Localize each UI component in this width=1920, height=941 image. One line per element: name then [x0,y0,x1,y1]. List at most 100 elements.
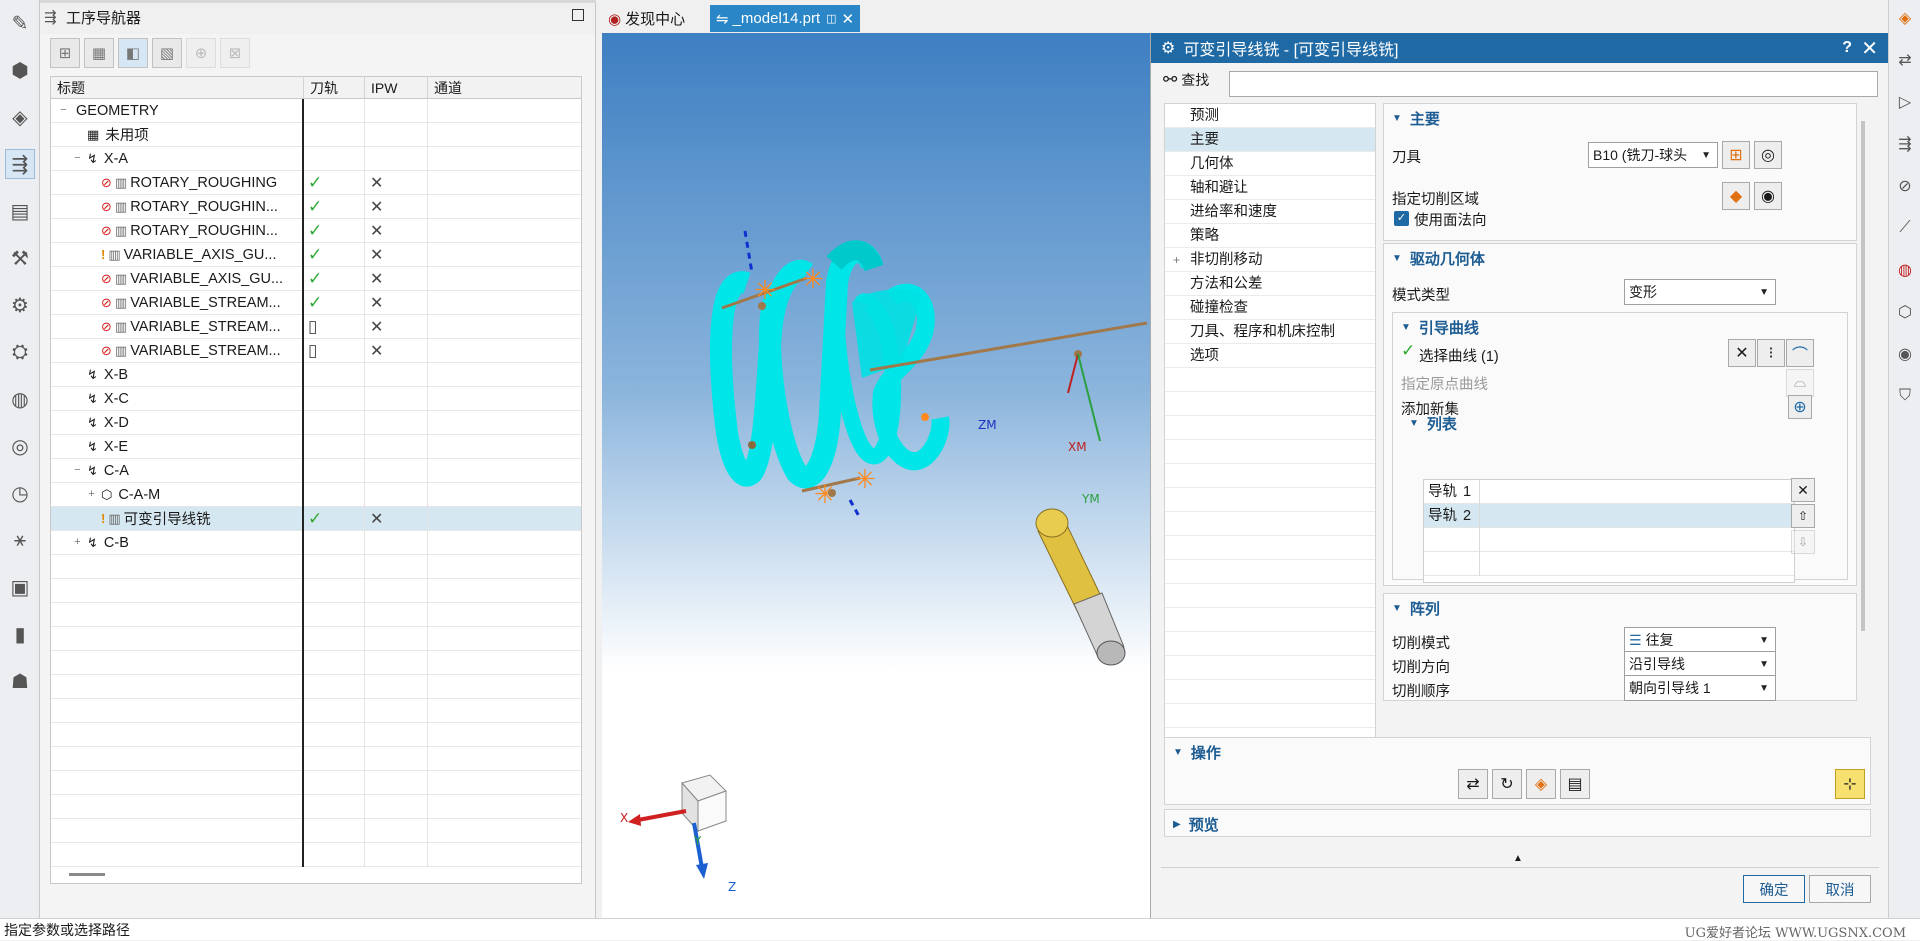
add-operation-button[interactable]: ⊹ [1835,769,1865,799]
history-icon[interactable]: ◷ [5,478,35,508]
create-icon[interactable]: ⊕ [186,38,216,68]
new-tool-button[interactable]: ⊞ [1722,141,1750,169]
add-new-set-button[interactable]: ⊕ [1788,395,1812,419]
dialog-nav-item[interactable]: 几何体 [1165,152,1375,176]
dialog-nav-item[interactable]: 进给率和速度 [1165,200,1375,224]
dialog-nav-item[interactable]: 预测 [1165,104,1375,128]
replay-icon[interactable]: ▷ [1892,89,1918,115]
measure-icon[interactable]: ⟋ [1892,215,1918,241]
table-row[interactable]: ↯ X-B [51,362,581,387]
machine-view-icon[interactable]: ▦ [84,38,114,68]
pattern-group-header[interactable]: ▼ 阵列 [1384,594,1856,622]
hide-icon[interactable]: ⊘ [1892,173,1918,199]
table-row[interactable]: ! ▥ 可变引导线铣 ✓ ✕ [51,506,581,531]
list-item[interactable]: 导轨 2 [1424,503,1794,528]
cut-order-select[interactable]: 朝向引导线 1 ▼ [1624,675,1776,701]
dialog-nav-item[interactable]: + 非切削移动 [1165,248,1375,272]
remove-list-item-button[interactable]: ✕ [1791,478,1815,502]
actions-group-header[interactable]: ▼ 操作 [1165,738,1870,766]
roles-icon[interactable]: ⚹ [5,525,35,555]
generate-toolpath-icon[interactable]: ⇄ [1892,47,1918,73]
tool-select[interactable]: B10 (铣刀-球头 ▼ [1588,142,1718,168]
collapse-up-icon[interactable]: ▲ [1513,853,1523,864]
move-up-button[interactable]: ⇧ [1791,504,1815,528]
select-curve-button[interactable]: ⌒ [1786,339,1814,367]
display-icon[interactable]: ◉ [1892,341,1918,367]
tab-discovery[interactable]: ◉ 发现中心 [602,5,691,32]
generate-button[interactable]: ⇄ [1458,769,1488,799]
drive-group-header[interactable]: ▼ 驱动几何体 [1384,244,1856,272]
delete-icon[interactable]: ⊠ [220,38,250,68]
select-cut-area-button[interactable]: ◆ [1722,182,1750,210]
table-row[interactable]: ↯ X-C [51,386,581,411]
col-channel[interactable]: 通道 [428,77,581,98]
curve-rule-button[interactable]: ✕ [1728,339,1756,367]
tab-model[interactable]: ⇋ _model14.prt ◫ ✕ [710,5,861,32]
col-title[interactable]: 标题 [51,77,304,98]
tree-toggle-icon[interactable]: − [71,152,84,165]
palette-icon[interactable]: ▣ [5,572,35,602]
table-row[interactable]: ⊘ ▥ ROTARY_ROUGHIN... ✓ ✕ [51,194,581,219]
dialog-nav-item[interactable]: 策略 [1165,224,1375,248]
list-output-button[interactable]: ▤ [1560,769,1590,799]
table-row[interactable]: − GEOMETRY [51,98,581,123]
find-input[interactable] [1229,71,1878,97]
content-scrollbar[interactable] [1861,121,1865,631]
cut-direction-select[interactable]: 沿引导线 ▼ [1624,651,1776,677]
list-item[interactable]: 导轨 1 [1424,479,1794,504]
graphics-window[interactable]: ✳ ✳ ✳ ✳ ZM XM YM X Y Z [602,33,1150,918]
dialog-nav-item[interactable]: 轴和避让 [1165,176,1375,200]
move-down-button[interactable]: ⇩ [1791,530,1815,554]
table-row[interactable]: ! ▥ VARIABLE_AXIS_GU... ✓ ✕ [51,242,581,267]
assembly-navigator-icon[interactable]: ◈ [5,102,35,132]
help-button[interactable]: ? [1842,39,1852,57]
table-row[interactable]: ⊘ ▥ VARIABLE_STREAM... ✓ ✕ [51,290,581,315]
expand-icon[interactable]: + [1173,248,1180,272]
list-group-header[interactable]: ▼ 列表 [1401,409,1457,437]
cube-icon[interactable]: ⬡ [1892,299,1918,325]
tree-toggle-icon[interactable]: − [71,464,84,477]
use-face-normal-checkbox[interactable]: ✓ [1394,211,1409,226]
pin-icon[interactable]: ◫ [826,12,836,25]
method-view-icon[interactable]: ▧ [152,38,182,68]
program-view-icon[interactable]: ⊞ [50,38,80,68]
table-row[interactable]: + ↯ C-B [51,530,581,555]
tool-icon[interactable]: ⛉ [1892,383,1918,409]
mode-type-select[interactable]: 变形 ▼ [1624,279,1776,305]
color-bar-icon[interactable]: ▮ [5,619,35,649]
table-row[interactable]: ▦ 未用项 [51,122,581,147]
operation-navigator-icon[interactable]: ⇶ [5,149,35,179]
process-icon[interactable]: ⛭ [5,337,35,367]
main-group-header[interactable]: ▼ 主要 [1384,104,1856,132]
edit-display-tool-button[interactable]: ◎ [1754,141,1782,169]
guide-group-header[interactable]: ▼ 引导曲线 [1393,313,1847,341]
tool-library-icon[interactable]: ⚒ [5,243,35,273]
view-triad[interactable]: X Y Z [620,774,736,894]
dialog-nav-item[interactable]: 主要 [1165,128,1375,152]
tree-toggle-icon[interactable]: − [57,104,70,117]
maximize-icon[interactable] [572,9,584,21]
web-browser-icon[interactable]: ◍ [5,384,35,414]
user-icon[interactable]: ☗ [5,666,35,696]
globe-icon[interactable]: ◎ [5,431,35,461]
dialog-nav-item[interactable]: 刀具、程序和机床控制 [1165,320,1375,344]
table-row[interactable]: + ⬡ C-A-M [51,482,581,507]
table-row[interactable]: − ↯ C-A [51,458,581,483]
create-operation-icon[interactable]: ◈ [1892,5,1918,31]
col-path[interactable]: 刀轨 [304,77,365,98]
origin-curve-button[interactable]: ⌓ [1786,369,1814,397]
h-scrollbar[interactable] [69,873,105,876]
table-row[interactable]: ⊘ ▥ VARIABLE_STREAM... ▯ ✕ [51,338,581,363]
tree-toggle-icon[interactable]: + [71,536,84,549]
close-dialog-button[interactable]: ✕ [1861,36,1878,61]
cancel-button[interactable]: 取消 [1809,875,1871,903]
display-cut-area-button[interactable]: ◉ [1754,182,1782,210]
tree-toggle-icon[interactable]: + [85,488,98,501]
table-row[interactable]: ↯ X-D [51,410,581,435]
table-row[interactable]: ↯ X-E [51,434,581,459]
wrench-icon[interactable]: ✎ [5,8,35,38]
col-ipw[interactable]: IPW [365,77,428,98]
machine-tool-icon[interactable]: ▤ [5,196,35,226]
table-row[interactable]: ⊘ ▥ VARIABLE_STREAM... ▯ ✕ [51,314,581,339]
part-navigator-icon[interactable]: ⬢ [5,55,35,85]
